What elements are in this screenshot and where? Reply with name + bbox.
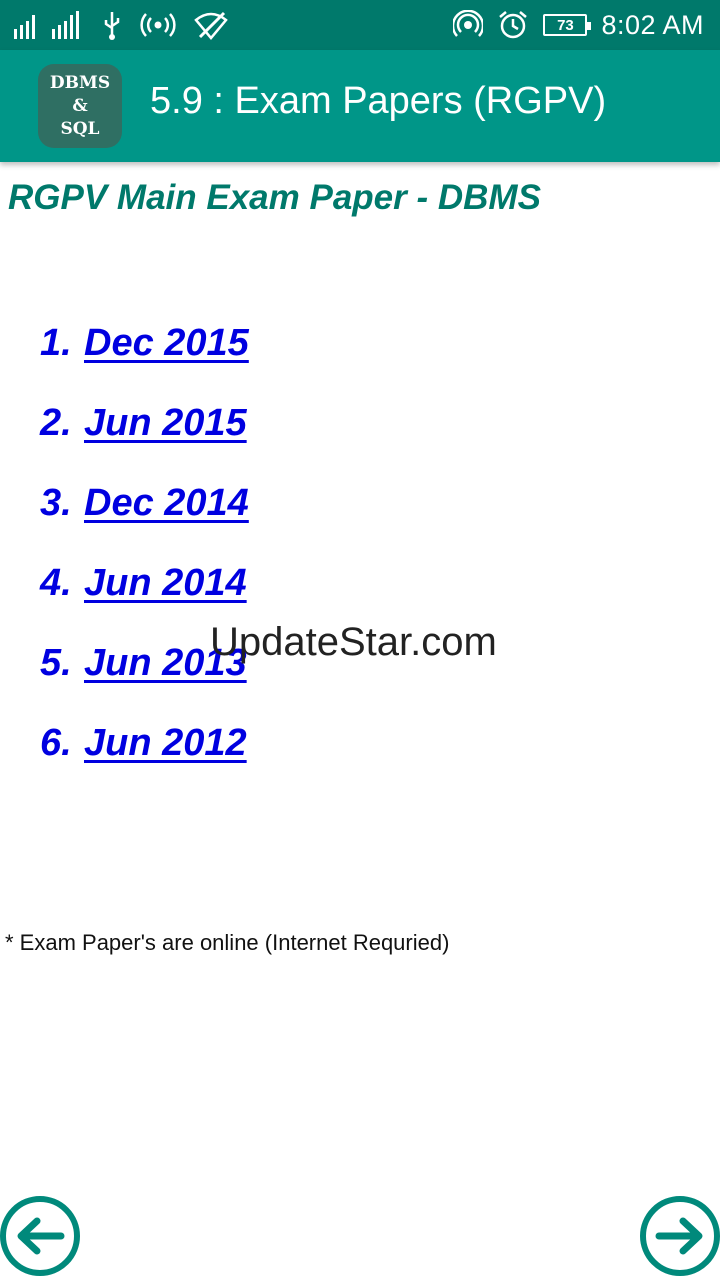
clock: 8:02 AM xyxy=(601,9,704,40)
wifi-off-icon xyxy=(194,10,228,40)
app-bar: DBMS & SQL 5.9 : Exam Papers (RGPV) xyxy=(0,50,720,162)
exam-paper-link-jun-2015[interactable]: Jun 2015 xyxy=(84,402,247,445)
status-bar: 73 8:02 AM xyxy=(0,0,720,50)
logo-line-2: & xyxy=(72,95,88,116)
exam-paper-link-jun-2014[interactable]: Jun 2014 xyxy=(84,562,247,605)
signal-icon xyxy=(14,11,84,39)
list-item: 3. Dec 2014 xyxy=(40,482,249,562)
exam-paper-link-dec-2014[interactable]: Dec 2014 xyxy=(84,482,249,525)
list-item: 1. Dec 2015 xyxy=(40,322,249,402)
list-item: 2. Jun 2015 xyxy=(40,402,249,482)
hotspot-icon xyxy=(140,11,176,39)
next-button[interactable] xyxy=(640,1196,720,1276)
list-item-number: 1. xyxy=(40,322,72,364)
section-heading: RGPV Main Exam Paper - DBMS xyxy=(8,178,541,217)
list-item-number: 6. xyxy=(40,722,72,764)
arrow-right-icon xyxy=(655,1217,703,1255)
list-item-number: 4. xyxy=(40,562,72,604)
logo-line-1: DBMS xyxy=(49,72,111,93)
list-item-number: 3. xyxy=(40,482,72,524)
exam-paper-list: 1. Dec 2015 2. Jun 2015 3. Dec 2014 4. J… xyxy=(40,322,249,802)
usb-icon xyxy=(102,10,122,40)
list-item-number: 5. xyxy=(40,642,72,684)
battery-icon: 73 xyxy=(543,14,592,36)
app-logo: DBMS & SQL xyxy=(38,64,122,148)
list-item: 6. Jun 2012 xyxy=(40,722,249,802)
battery-level: 73 xyxy=(557,16,574,34)
list-item-number: 2. xyxy=(40,402,72,444)
arrow-left-icon xyxy=(17,1217,65,1255)
logo-line-3: SQL xyxy=(60,118,100,139)
internet-required-note: * Exam Paper's are online (Internet Requ… xyxy=(5,930,450,955)
exam-paper-link-jun-2012[interactable]: Jun 2012 xyxy=(84,722,247,765)
alarm-icon xyxy=(497,10,529,40)
exam-paper-link-dec-2015[interactable]: Dec 2015 xyxy=(84,322,249,365)
watermark: UpdateStar.com xyxy=(210,620,497,664)
page-title: 5.9 : Exam Papers (RGPV) xyxy=(150,80,607,122)
cast-icon xyxy=(453,10,484,40)
previous-button[interactable] xyxy=(0,1196,80,1276)
